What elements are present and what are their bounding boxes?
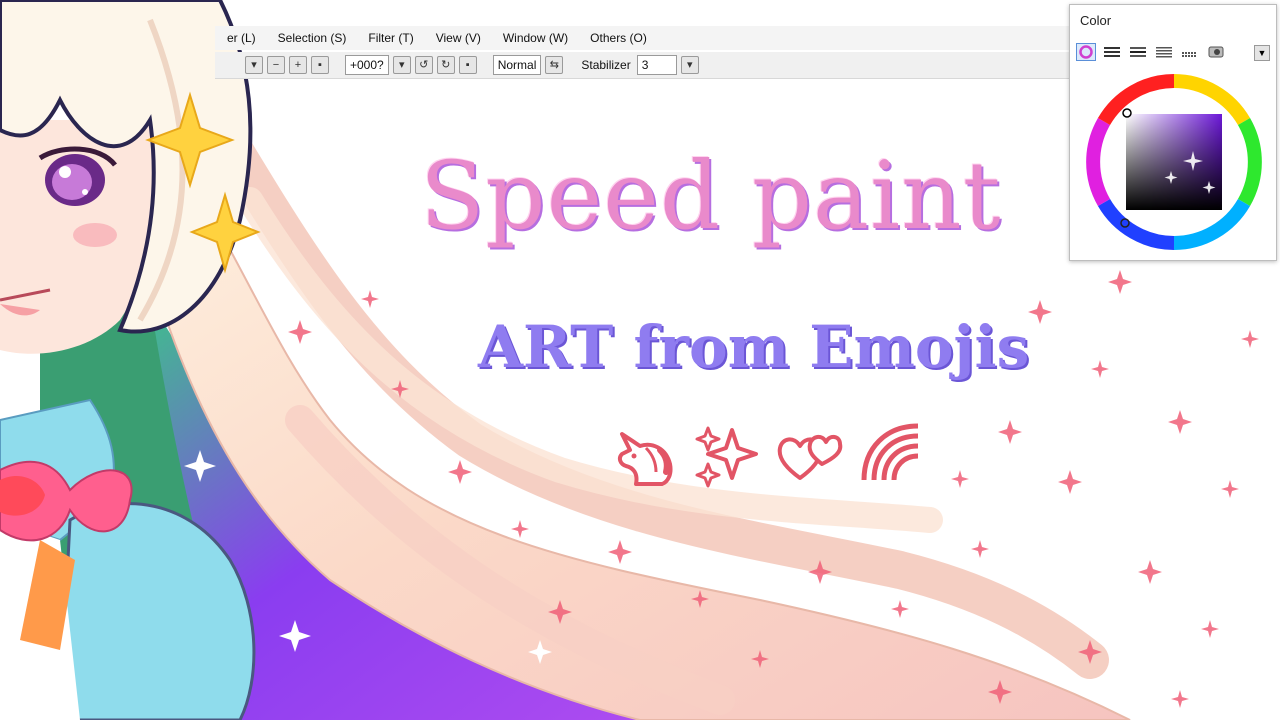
rotate-left-icon[interactable]: ↺ — [414, 56, 433, 74]
stabilizer-label: Stabilizer — [581, 58, 631, 72]
menu-others[interactable]: Others (O) — [590, 31, 647, 45]
menu-view[interactable]: View (V) — [436, 31, 481, 45]
artwork-subtitle: ART from Emojis — [478, 313, 1030, 381]
panel-collapse-icon[interactable]: ▼ — [1254, 45, 1270, 61]
color-mode-tabs — [1076, 43, 1226, 61]
color-wheel-tab[interactable] — [1076, 43, 1096, 61]
menu-selection[interactable]: Selection (S) — [278, 31, 347, 45]
zoom-reset-icon[interactable]: ▪ — [311, 56, 329, 74]
menu-filter[interactable]: Filter (T) — [368, 31, 413, 45]
rotation-input[interactable]: +000? — [345, 55, 389, 75]
menu-layer[interactable]: er (L) — [227, 31, 256, 45]
artwork-title: Speed paint — [420, 142, 1002, 251]
rainbow-icon — [861, 423, 919, 481]
menu-window[interactable]: Window (W) — [503, 31, 568, 45]
stabilizer-dropdown-icon[interactable]: ▾ — [680, 56, 699, 74]
mix-tab[interactable] — [1206, 43, 1226, 61]
rotate-reset-icon[interactable]: ▪ — [458, 56, 477, 74]
menu-bar: er (L) Selection (S) Filter (T) View (V)… — [215, 26, 1087, 50]
flip-horizontal-icon[interactable]: ⇆ — [545, 56, 564, 74]
two-hearts-icon — [777, 435, 843, 480]
color-panel-title: Color — [1080, 13, 1112, 28]
blend-mode-select[interactable]: Normal — [492, 55, 542, 75]
toolbar: ▾ − + ▪ +000? ▾ ↺ ↻ ▪ Normal ⇆ Stabilize… — [215, 52, 1105, 79]
zoom-in-icon[interactable]: + — [289, 56, 307, 74]
unicorn-icon — [617, 432, 673, 486]
color-wheel[interactable] — [1083, 71, 1265, 253]
cheek-blush — [73, 223, 117, 247]
rotate-right-icon[interactable]: ↻ — [436, 56, 455, 74]
hsv-slider-tab[interactable] — [1128, 43, 1148, 61]
rgb-slider-tab[interactable] — [1102, 43, 1122, 61]
zoom-dropdown-icon[interactable]: ▾ — [245, 56, 263, 74]
palette-tab[interactable] — [1180, 43, 1200, 61]
stabilizer-select[interactable]: 3 — [636, 55, 677, 75]
rotation-dropdown-icon[interactable]: ▾ — [392, 56, 411, 74]
swatch-tab[interactable] — [1154, 43, 1174, 61]
zoom-out-icon[interactable]: − — [267, 56, 285, 74]
sparkles-icon — [695, 426, 758, 488]
color-panel: Color ▼ — [1069, 4, 1277, 261]
emoji-row — [612, 420, 926, 488]
